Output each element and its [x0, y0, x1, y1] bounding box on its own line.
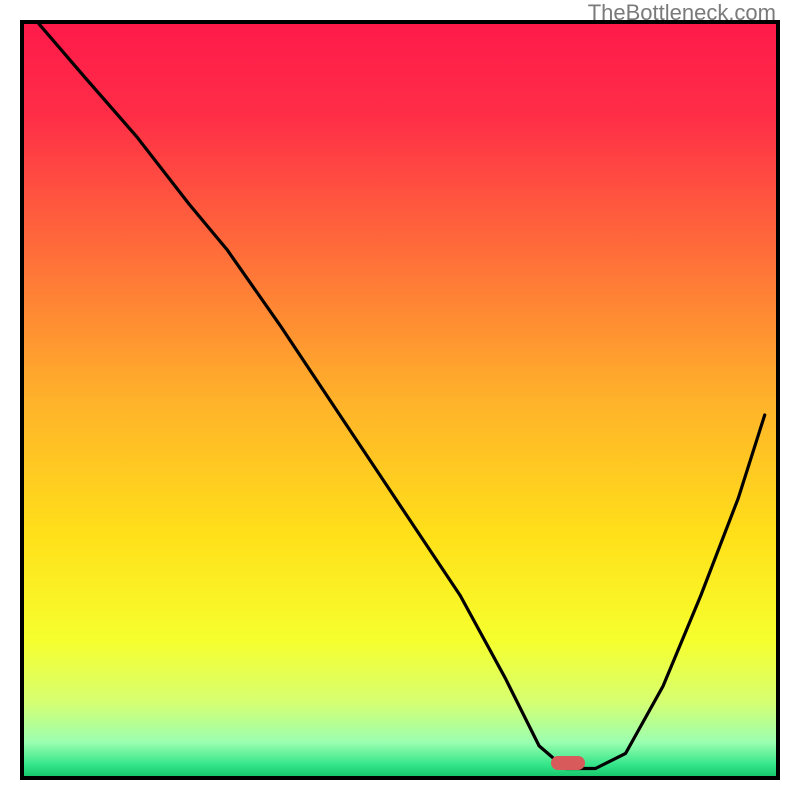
chart-frame [20, 20, 780, 780]
optimum-marker [551, 756, 585, 770]
bottleneck-curve [24, 24, 776, 776]
